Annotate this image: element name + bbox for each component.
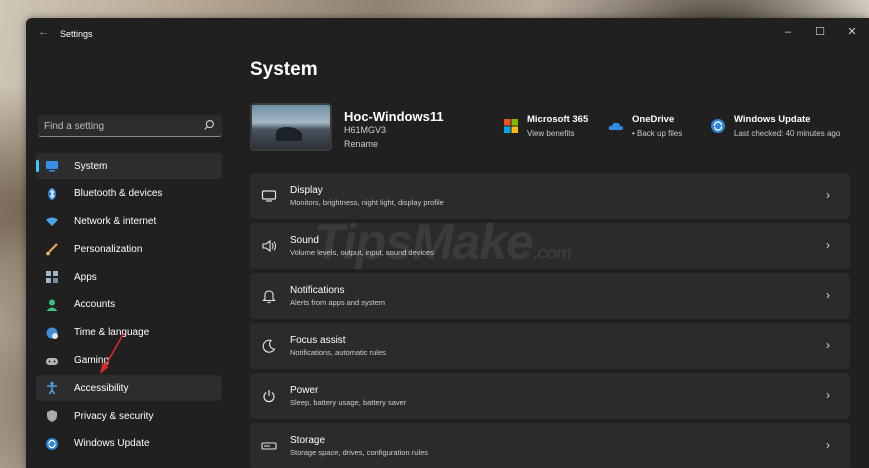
- storage-card[interactable]: Storage Storage space, drives, configura…: [250, 423, 850, 468]
- card-title: Focus assist: [290, 335, 346, 346]
- system-icon: [44, 158, 60, 174]
- power-card[interactable]: Power Sleep, battery usage, battery save…: [250, 373, 850, 419]
- globe-clock-icon: [44, 325, 60, 341]
- red-annotation-arrow: [100, 332, 125, 374]
- chevron-right-icon: ›: [826, 288, 830, 302]
- sidebar-item-label: Accounts: [74, 299, 116, 311]
- maximize-button[interactable]: ☐: [810, 24, 830, 40]
- rename-link[interactable]: Rename: [344, 139, 378, 149]
- sidebar-item-privacy[interactable]: Privacy & security: [36, 403, 222, 429]
- settings-window: ← Settings – ☐ ✕ System System Bluetooth…: [26, 18, 869, 468]
- update-icon: [711, 119, 725, 133]
- chevron-right-icon: ›: [826, 388, 830, 402]
- sidebar-item-label: System: [74, 160, 108, 172]
- sidebar-item-apps[interactable]: Apps: [36, 264, 222, 290]
- update-icon: [44, 436, 60, 452]
- sidebar-item-accessibility[interactable]: Accessibility: [36, 375, 222, 402]
- chevron-right-icon: ›: [826, 188, 830, 202]
- search-box[interactable]: [38, 115, 222, 137]
- card-subtitle: Alerts from apps and system: [290, 298, 386, 307]
- sidebar-nav: System Bluetooth & devices Network & int…: [36, 153, 222, 459]
- accounts-icon: [44, 297, 60, 313]
- search-input[interactable]: [44, 118, 194, 134]
- microsoft365-title: Microsoft 365: [527, 114, 589, 125]
- sidebar-item-label: Network & internet: [74, 216, 157, 228]
- accessibility-icon: [44, 380, 60, 396]
- sidebar-item-personalization[interactable]: Personalization: [36, 236, 222, 262]
- sidebar-item-accounts[interactable]: Accounts: [36, 292, 222, 318]
- card-title: Power: [290, 385, 319, 396]
- sidebar-item-bluetooth[interactable]: Bluetooth & devices: [36, 181, 222, 207]
- sidebar-item-label: Bluetooth & devices: [74, 188, 163, 200]
- card-subtitle: Notifications, automatic rules: [290, 348, 386, 357]
- chevron-right-icon: ›: [826, 238, 830, 252]
- sidebar-item-label: Accessibility: [74, 382, 129, 394]
- chevron-right-icon: ›: [826, 338, 830, 352]
- microsoft365-subtitle: View benefits: [527, 129, 575, 138]
- brush-icon: [44, 241, 60, 257]
- card-subtitle: Monitors, brightness, night light, displ…: [290, 198, 444, 207]
- windows-update-subtitle: Last checked: 40 minutes ago: [734, 129, 841, 138]
- chevron-right-icon: ›: [826, 438, 830, 452]
- sidebar-item-label: Privacy & security: [74, 410, 154, 422]
- device-name: Hoc-Windows11: [344, 109, 444, 124]
- bluetooth-icon: [44, 186, 60, 202]
- sidebar-item-windows-update[interactable]: Windows Update: [36, 431, 222, 457]
- title-bar: ← Settings – ☐ ✕: [26, 18, 869, 50]
- minimize-button[interactable]: –: [778, 24, 798, 40]
- apps-icon: [44, 269, 60, 285]
- page-title: System: [250, 59, 318, 80]
- sidebar-item-label: Apps: [74, 271, 97, 283]
- notifications-card[interactable]: Notifications Alerts from apps and syste…: [250, 273, 850, 319]
- card-subtitle: Sleep, battery usage, battery saver: [290, 398, 407, 407]
- active-indicator: [36, 160, 39, 172]
- sidebar-item-network[interactable]: Network & internet: [36, 209, 222, 235]
- shield-icon: [44, 408, 60, 424]
- monitor-icon: [260, 187, 278, 205]
- window-title: Settings: [60, 29, 93, 39]
- card-subtitle: Storage space, drives, configuration rul…: [290, 448, 428, 457]
- moon-icon: [260, 337, 278, 355]
- focus-assist-card[interactable]: Focus assist Notifications, automatic ru…: [250, 323, 850, 369]
- microsoft-logo-icon: [504, 119, 518, 133]
- device-model: H61MGV3: [344, 125, 387, 135]
- onedrive-cloud-icon: [608, 122, 623, 130]
- sidebar-item-label: Windows Update: [74, 438, 150, 450]
- card-title: Display: [290, 185, 323, 196]
- bell-icon: [260, 287, 278, 305]
- close-button[interactable]: ✕: [842, 24, 862, 40]
- speaker-icon: [260, 237, 278, 255]
- onedrive-title: OneDrive: [632, 114, 675, 125]
- power-icon: [260, 387, 278, 405]
- storage-icon: [260, 437, 278, 455]
- network-icon: [44, 214, 60, 230]
- onedrive-subtitle: • Back up files: [632, 129, 683, 138]
- search-icon[interactable]: [202, 118, 216, 132]
- sidebar-item-system[interactable]: System: [36, 153, 222, 179]
- sidebar-item-label: Personalization: [74, 243, 143, 255]
- watermark: TipsMake.com: [314, 214, 572, 270]
- gamepad-icon: [44, 353, 60, 369]
- windows-update-title: Windows Update: [734, 114, 811, 125]
- device-wallpaper-thumbnail[interactable]: [250, 103, 332, 151]
- card-title: Notifications: [290, 285, 345, 296]
- card-title: Storage: [290, 435, 326, 446]
- back-arrow-icon[interactable]: ←: [38, 26, 52, 40]
